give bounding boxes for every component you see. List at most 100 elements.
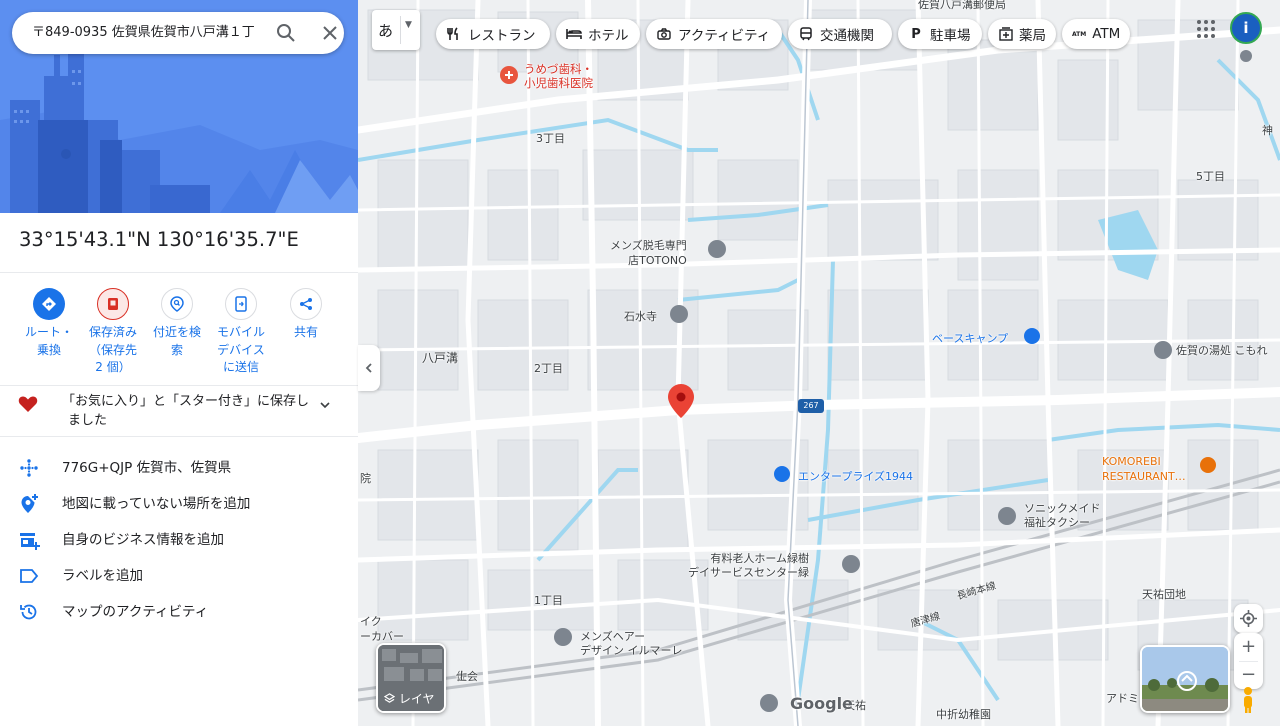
basecamp-poi-icon[interactable] <box>1024 328 1040 344</box>
label-icon <box>20 569 39 583</box>
pharmacy-icon <box>998 26 1013 42</box>
add-label-text: ラベルを追加 <box>62 568 143 584</box>
language-label: あ <box>378 22 394 40</box>
zoom-controls: + − <box>1234 633 1263 689</box>
maps-activity-row[interactable]: マップのアクティビティ <box>0 596 358 628</box>
label-saga-yu[interactable]: 佐賀の湯処 こもれ <box>1176 342 1268 358</box>
label-dental-clinic[interactable]: うめづ歯科・ 小児歯科医院 <box>524 62 593 90</box>
saved-lists-text: 「お気に入り」と「スター付き」に保存しました <box>62 394 310 428</box>
nearby-button[interactable]: 付近を検 索 <box>145 286 209 359</box>
label-kai: 士会 <box>456 670 478 683</box>
plus-code-icon <box>20 459 38 477</box>
search-box[interactable]: 〒849-0935 佐賀県佐賀市八戸溝１丁 <box>12 12 344 54</box>
apps-grid-icon[interactable] <box>1194 17 1218 41</box>
saved-button[interactable]: 保存済み （保存先 2 個） <box>81 286 145 377</box>
mens-hair-poi-icon[interactable] <box>554 628 572 646</box>
directions-label: ルート・ 乗換 <box>24 325 73 357</box>
mens-hair-removal-poi-icon[interactable] <box>708 240 726 258</box>
parking-icon: P <box>911 26 921 42</box>
label-3chome: 3丁目 <box>536 132 565 145</box>
dental-poi-icon[interactable] <box>500 66 518 84</box>
my-location-button[interactable] <box>1234 604 1263 633</box>
nursing-poi-icon[interactable] <box>842 555 860 573</box>
label-mens-hair-design[interactable]: メンズヘアー デザイン イルマーレ <box>580 630 683 658</box>
restaurant-poi-icon[interactable] <box>1200 457 1216 473</box>
search-icon[interactable] <box>274 21 298 45</box>
history-icon <box>20 604 37 620</box>
add-place-row[interactable]: 地図に載っていない場所を追加 <box>0 488 358 520</box>
chevron-down-icon[interactable]: ▼ <box>405 20 412 30</box>
label-nakaori-kindergarten: 中折幼稚園 <box>936 708 991 721</box>
send-to-phone-icon <box>225 288 257 320</box>
post-office-poi-icon[interactable] <box>1240 50 1252 62</box>
label-tenyu-danchi: 天祐団地 <box>1142 588 1186 601</box>
temple-poi-icon[interactable] <box>670 305 688 323</box>
sonic-poi-icon[interactable] <box>998 507 1016 525</box>
add-place-icon <box>21 494 38 513</box>
tenyu-poi-icon[interactable] <box>760 694 778 712</box>
chip-hotel[interactable]: ホテル <box>556 19 640 49</box>
layers-button[interactable]: レイヤ <box>376 643 446 713</box>
chevron-down-icon[interactable] <box>318 398 332 412</box>
label-komorebi-restaurant[interactable]: KOMOREBI RESTAURANT… <box>1102 454 1186 484</box>
send-to-phone-label: モバイル デバイス に送信 <box>216 325 265 374</box>
language-button[interactable]: あ ▼ <box>372 10 420 50</box>
language-divider <box>400 16 401 44</box>
route-267-shield: 267 <box>798 399 824 413</box>
map-canvas[interactable]: うめづ歯科・ 小児歯科医院 3丁目 5丁目 佐賀八戸溝郵便局 神 メンズ脱毛専門… <box>358 0 1280 726</box>
bookmark-icon <box>97 288 129 320</box>
label-post-office[interactable]: 佐賀八戸溝郵便局 <box>918 0 1006 12</box>
account-avatar[interactable]: i <box>1230 12 1262 44</box>
label-sekisuiji[interactable]: 石水寺 <box>624 308 657 324</box>
location-pin-icon[interactable] <box>668 384 694 418</box>
my-location-icon <box>1240 610 1257 627</box>
street-view-image <box>1142 647 1228 711</box>
enterprise-poi-icon[interactable] <box>774 466 790 482</box>
layers-label-wrap: レイヤ <box>383 690 434 707</box>
divider-saved <box>0 436 358 437</box>
chip-pharmacy[interactable]: 薬局 <box>988 19 1056 49</box>
saga-yu-poi-icon[interactable] <box>1154 341 1172 359</box>
send-to-phone-button[interactable]: モバイル デバイス に送信 <box>209 286 273 377</box>
chip-parking[interactable]: P 駐車場 <box>898 19 982 49</box>
share-button[interactable]: 共有 <box>274 286 338 342</box>
pegman-icon[interactable] <box>1238 686 1258 714</box>
directions-button[interactable]: ルート・ 乗換 <box>17 286 81 359</box>
chip-restaurant[interactable]: レストラン <box>436 19 550 49</box>
share-icon <box>290 288 322 320</box>
saved-lists-row[interactable]: 「お気に入り」と「スター付き」に保存しました <box>0 388 358 434</box>
label-mens-hair-removal[interactable]: メンズ脱毛専門 店TOTONO <box>610 238 687 268</box>
close-icon[interactable] <box>318 21 342 45</box>
zoom-in-button[interactable]: + <box>1234 633 1263 661</box>
plus-code-row[interactable]: 776G+QJP 佐賀市、佐賀県 <box>0 452 358 484</box>
camera-icon <box>656 26 672 42</box>
chip-activities[interactable]: アクティビティ <box>646 19 782 49</box>
add-business-row[interactable]: 自身のビジネス情報を追加 <box>0 524 358 556</box>
zoom-out-button[interactable]: − <box>1234 662 1263 689</box>
street-view-thumbnail[interactable] <box>1140 645 1230 713</box>
divider-top <box>0 272 358 273</box>
chip-pharmacy-label: 薬局 <box>1019 28 1046 44</box>
chevron-left-icon <box>365 363 372 373</box>
label-enterprise-1944[interactable]: エンタープライズ1944 <box>798 468 913 484</box>
chip-restaurant-label: レストラン <box>468 28 536 44</box>
label-sonic-taxi[interactable]: ソニックメイド 福祉タクシー <box>1024 502 1101 530</box>
divider-actions <box>0 385 358 386</box>
collapse-panel-button[interactable] <box>358 345 380 391</box>
chip-hotel-label: ホテル <box>588 28 629 44</box>
atm-icon: ATM <box>1072 30 1087 38</box>
label-1chome: 1丁目 <box>534 594 563 607</box>
plus-code-text: 776G+QJP 佐賀市、佐賀県 <box>62 460 232 476</box>
label-5chome: 5丁目 <box>1196 170 1225 183</box>
label-basecamp[interactable]: ベースキャンプ <box>932 330 1008 346</box>
chip-transit[interactable]: 交通機関 <box>788 19 892 49</box>
place-coordinates: 33°15'43.1"N 130°16'35.7"E <box>19 228 299 251</box>
add-label-row[interactable]: ラベルを追加 <box>0 560 358 592</box>
label-nursing-home[interactable]: 有料老人ホーム緑樹 デイサービスセンター緑 <box>688 552 809 580</box>
search-input[interactable]: 〒849-0935 佐賀県佐賀市八戸溝１丁 <box>32 12 266 54</box>
label-in: 院 <box>360 472 371 485</box>
label-2chome: 2丁目 <box>534 362 563 375</box>
chip-atm[interactable]: ATM ATM <box>1062 19 1130 49</box>
share-label: 共有 <box>293 325 318 339</box>
maps-activity-text: マップのアクティビティ <box>62 604 209 620</box>
